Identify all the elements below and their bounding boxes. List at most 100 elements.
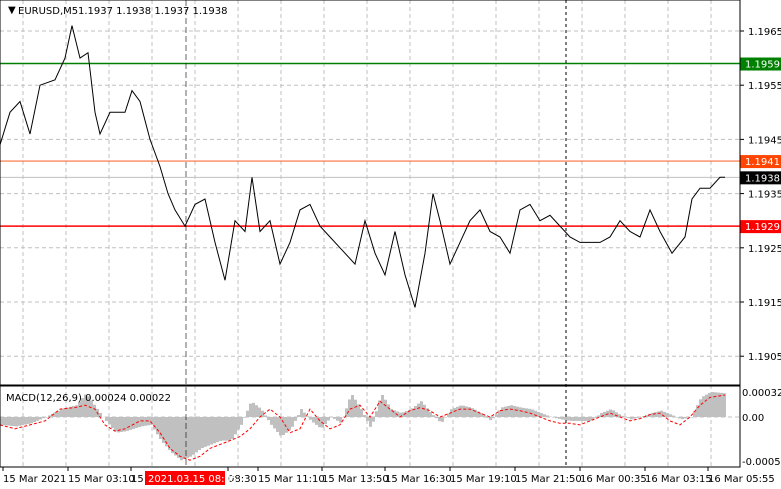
macd-bar	[141, 417, 144, 427]
macd-bar	[180, 417, 183, 461]
macd-y-tick-label: -0.00056	[742, 457, 781, 468]
macd-bar	[33, 417, 36, 423]
x-tick-label: 16 Mar 00:35	[580, 474, 647, 485]
macd-bar	[228, 417, 231, 441]
support-label: 1.1929	[745, 222, 780, 233]
macd-bar	[42, 417, 45, 419]
macd-bar	[555, 417, 558, 419]
macd-bar	[168, 417, 171, 450]
price-axis: 1.1965 1.1955 1.1945 1.1935 1.1925 1.1915 1.19…	[740, 27, 781, 468]
macd-bar	[702, 396, 705, 417]
macd-bar	[300, 409, 303, 417]
macd-bar	[675, 417, 678, 418]
macd-bar	[372, 417, 375, 422]
macd-bar	[420, 401, 423, 417]
macd-bar	[159, 417, 162, 439]
macd-bar	[177, 417, 180, 458]
macd-bar	[636, 417, 639, 418]
macd-bar	[192, 417, 195, 455]
macd-bar	[360, 409, 363, 417]
macd-bar	[366, 417, 369, 421]
macd-bar	[213, 417, 216, 444]
macd-bar	[333, 417, 336, 419]
macd-bar	[111, 417, 114, 428]
macd-bar	[459, 405, 462, 417]
macd-bar	[9, 417, 12, 426]
macd-y-tick-label: 0.00	[742, 413, 764, 424]
macd-bar	[471, 408, 474, 417]
macd-bar	[6, 417, 9, 426]
macd-bar	[486, 417, 489, 418]
macd-bar	[153, 417, 156, 430]
macd-bar	[444, 417, 447, 418]
macd-bar	[558, 417, 561, 419]
macd-bar	[543, 414, 546, 417]
macd-bar	[453, 407, 456, 417]
macd-bar	[150, 417, 153, 425]
macd-bar	[561, 417, 564, 420]
macd-bar	[348, 399, 351, 417]
macd-bar	[513, 405, 516, 417]
macd-bar	[126, 417, 129, 431]
macd-bar	[537, 411, 540, 417]
macd-bar	[156, 417, 159, 435]
current-price-label: 1.1938	[745, 173, 780, 184]
macd-bar	[363, 415, 366, 417]
y-tick-label: 1.1925	[748, 244, 781, 255]
macd-bar	[60, 409, 63, 417]
macd-bar	[45, 417, 48, 418]
macd-bar	[354, 399, 357, 417]
macd-bar	[456, 406, 459, 417]
macd-bar	[585, 417, 588, 421]
macd-bar	[108, 417, 111, 425]
macd-bar	[207, 417, 210, 446]
macd-bar	[630, 417, 633, 420]
x-tick-label: 15 Mar 16:30	[385, 474, 452, 485]
macd-bar	[39, 417, 42, 420]
macd-bar	[357, 404, 360, 417]
macd-bar	[492, 417, 495, 419]
ohlc-label: 1.1937 1.1938 1.1937 1.1938	[78, 6, 228, 17]
macd-bar	[186, 417, 189, 458]
dropdown-triangle-icon[interactable]: ▼	[8, 5, 16, 16]
macd-bar	[105, 417, 108, 421]
macd-bar	[222, 417, 225, 441]
macd-bar	[432, 415, 435, 417]
macd-bar	[720, 392, 723, 417]
chart-canvas[interactable]: 1.19591.19411.19381.1929 1.19651.19551.1…	[0, 0, 781, 489]
macd-bar	[390, 409, 393, 417]
macd-bar	[273, 417, 276, 429]
macd-bar	[384, 399, 387, 417]
orange-level-label: 1.1941	[745, 157, 780, 168]
macd-bar	[240, 417, 243, 425]
macd-bar	[249, 403, 252, 417]
macd-bar	[288, 417, 291, 431]
macd-bar	[447, 413, 450, 417]
macd-bar	[216, 417, 219, 443]
macd-bar	[114, 417, 117, 432]
macd-bar	[54, 412, 57, 417]
macd-bar	[504, 406, 507, 417]
x-tick-label: 15 Mar 03:10	[68, 474, 135, 485]
macd-bar	[624, 417, 627, 418]
macd-bar	[66, 407, 69, 417]
macd-bar	[423, 404, 426, 417]
macd-bar	[336, 417, 339, 421]
macd-bar	[15, 417, 18, 427]
macd-y-tick-label: 0.00032	[742, 388, 781, 399]
macd-bar	[369, 417, 372, 427]
chart-window[interactable]: 1.1959 1.1941 1.1938 1.1929 1.1965 1.1955 1.1…	[0, 0, 781, 489]
macd-bar	[633, 417, 636, 419]
macd-bar	[579, 417, 582, 421]
macd-bar	[510, 405, 513, 417]
macd-bar	[303, 412, 306, 417]
price-line	[0, 25, 725, 308]
x-tick-label: 15 Mar 21:50	[515, 474, 582, 485]
macd-bar	[282, 417, 285, 436]
macd-bar	[27, 417, 30, 424]
main-pane-border	[0, 0, 741, 386]
macd-bar	[438, 417, 441, 422]
macd-bar	[198, 417, 201, 450]
price-levels: 1.1959 1.1941 1.1938 1.1929	[0, 57, 781, 234]
macd-bar	[588, 417, 591, 421]
